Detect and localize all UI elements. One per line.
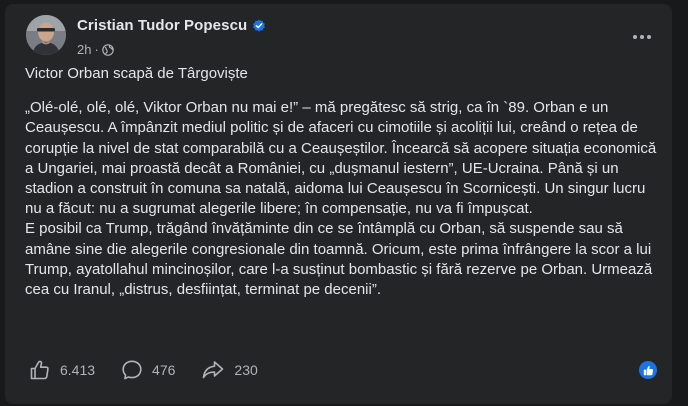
more-horizontal-icon-dot [647,35,651,39]
post-body: Victor Orban scapă de Târgoviște „Olé-ol… [25,64,665,300]
post-meta: 2h · [77,42,114,57]
like-button[interactable]: 6.413 [29,359,95,381]
post-title: Victor Orban scapă de Târgoviște [25,65,248,82]
meta-separator: · [94,42,99,57]
like-reaction-icon[interactable] [639,361,657,379]
post-card: Cristian Tudor Popescu 2h · Victor Orban… [5,4,672,404]
like-reaction-thumb-icon [643,365,653,375]
share-button[interactable]: 230 [201,359,258,381]
author-row: Cristian Tudor Popescu [77,17,266,34]
share-count: 230 [234,362,258,378]
thumbs-up-icon [30,360,49,380]
post-paragraph-1: „Olé-olé, olé, olé, Viktor Orban nu mai … [25,99,657,218]
share-arrow-icon [203,361,224,379]
like-count: 6.413 [60,362,96,378]
author-name[interactable]: Cristian Tudor Popescu [77,17,247,34]
comment-bubble-icon [122,360,142,380]
author-avatar[interactable] [26,15,66,55]
more-horizontal-icon-dot [640,35,644,39]
verified-badge-icon [253,19,266,32]
post-timestamp[interactable]: 2h [77,42,91,57]
action-bar: 6.413 476 230 [29,359,284,381]
post-paragraph-2: E posibil ca Trump, trăgând învățăminte … [25,220,653,299]
globe-icon[interactable] [102,43,114,56]
more-horizontal-icon [633,35,637,39]
avatar-image [26,15,66,55]
comment-count: 476 [152,362,176,378]
more-options-button[interactable] [630,25,654,49]
comment-button[interactable]: 476 [121,359,175,381]
